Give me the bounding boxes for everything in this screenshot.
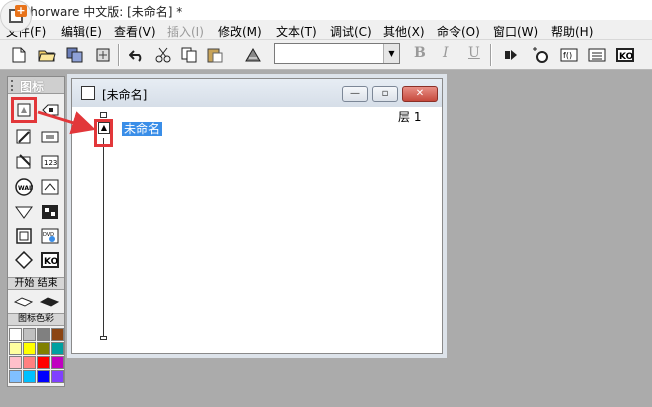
menu-debug[interactable]: 调试(C) <box>330 23 372 40</box>
color-swatch[interactable] <box>37 328 50 341</box>
close-button[interactable]: ✕ <box>402 86 438 102</box>
erase-icon[interactable] <box>13 126 35 148</box>
flowline-canvas[interactable] <box>76 109 438 351</box>
flowline-end-marker <box>100 336 107 340</box>
maximize-button[interactable]: ▫ <box>372 86 398 102</box>
icon-palette: 图标 123 WAIT DVD KO <box>7 76 65 387</box>
color-swatch[interactable] <box>37 356 50 369</box>
svg-text:123: 123 <box>44 159 57 167</box>
toolbar: ▼ B I U f() KO <box>0 40 652 70</box>
knowledge-object-icon[interactable]: KO <box>39 249 61 271</box>
level-indicator: 层 1 <box>398 110 422 124</box>
menu-insert[interactable]: 插入(I) <box>167 23 204 40</box>
find-icon[interactable] <box>242 44 264 66</box>
wait-icon[interactable] <box>39 126 61 148</box>
color-swatch[interactable] <box>51 342 64 355</box>
copy-icon[interactable] <box>178 44 200 66</box>
navigate-icon[interactable] <box>13 151 35 173</box>
knowledge-objects-icon[interactable]: KO <box>614 44 636 66</box>
decision-icon[interactable]: WAIT <box>13 176 35 198</box>
flowline-icon-highlight <box>94 119 113 147</box>
functions-icon[interactable]: f() <box>558 44 580 66</box>
flowline-start-marker <box>100 112 107 118</box>
svg-text:KO: KO <box>619 52 634 62</box>
menu-help[interactable]: 帮助(H) <box>551 23 593 40</box>
run-icon[interactable] <box>500 44 522 66</box>
color-swatch[interactable] <box>9 342 22 355</box>
drag-grip-icon[interactable] <box>11 80 15 91</box>
color-swatch[interactable] <box>23 342 36 355</box>
svg-text:f(): f() <box>563 51 572 60</box>
color-swatch[interactable] <box>37 342 50 355</box>
toolbar-separator <box>490 44 492 66</box>
end-flag-icon[interactable] <box>39 291 61 313</box>
menu-bar: 文件(F) 编辑(E) 查看(V) 插入(I) 修改(M) 文本(T) 调试(C… <box>0 20 652 40</box>
open-folder-icon[interactable] <box>36 44 58 66</box>
flowline <box>103 138 104 338</box>
flowline-window: [未命名] — ▫ ✕ <box>71 78 443 354</box>
digital-movie-icon[interactable] <box>13 225 35 247</box>
color-swatch[interactable] <box>23 356 36 369</box>
map-icon[interactable] <box>39 201 61 223</box>
menu-window[interactable]: 窗口(W) <box>493 23 538 40</box>
minimize-button[interactable]: — <box>342 86 368 102</box>
framework-icon[interactable]: 123 <box>39 151 61 173</box>
control-panel-icon[interactable] <box>530 44 552 66</box>
window-title: uthorware 中文版: [未命名] * <box>18 5 183 19</box>
icon-color-label: 图标色彩 <box>8 313 64 326</box>
video-icon[interactable] <box>13 249 35 271</box>
menu-edit[interactable]: 编辑(E) <box>61 23 102 40</box>
color-swatch[interactable] <box>37 370 50 383</box>
sound-icon[interactable]: DVD <box>39 225 61 247</box>
menu-text[interactable]: 文本(T) <box>276 23 317 40</box>
palette-title: 图标 <box>20 80 45 94</box>
undo-icon[interactable] <box>126 44 148 66</box>
font-select[interactable]: ▼ <box>274 43 400 64</box>
italic-button[interactable]: I <box>443 45 449 61</box>
cut-icon[interactable] <box>152 44 174 66</box>
calculation-icon[interactable] <box>13 201 35 223</box>
color-swatch[interactable] <box>9 328 22 341</box>
variables-icon[interactable] <box>586 44 608 66</box>
new-file-icon[interactable] <box>8 44 30 66</box>
title-bar: uthorware 中文版: [未命名] * <box>0 0 652 20</box>
color-swatch[interactable] <box>23 328 36 341</box>
app-logo-icon: + <box>0 0 32 32</box>
start-flag-icon[interactable] <box>13 291 35 313</box>
menu-view[interactable]: 查看(V) <box>114 23 156 40</box>
flowline-icon-label[interactable]: 未命名 <box>122 122 163 136</box>
chevron-down-icon[interactable]: ▼ <box>383 44 399 63</box>
menu-other[interactable]: 其他(X) <box>383 23 425 40</box>
menu-modify[interactable]: 修改(M) <box>218 23 262 40</box>
color-swatch[interactable] <box>9 370 22 383</box>
bold-button[interactable]: B <box>414 45 426 61</box>
document-icon <box>81 86 95 100</box>
save-all-icon[interactable] <box>64 44 86 66</box>
import-icon[interactable] <box>92 44 114 66</box>
paste-icon[interactable] <box>204 44 226 66</box>
svg-text:WAIT: WAIT <box>18 185 33 192</box>
color-swatch[interactable] <box>51 356 64 369</box>
color-swatch[interactable] <box>51 328 64 341</box>
menu-commands[interactable]: 命令(O) <box>437 23 480 40</box>
svg-text:KO: KO <box>44 257 59 267</box>
toolbar-separator <box>118 44 120 66</box>
flowline-window-titlebar[interactable]: [未命名] — ▫ ✕ <box>72 79 442 107</box>
palette-header[interactable]: 图标 <box>8 77 64 94</box>
flowline-window-title: [未命名] <box>102 88 148 102</box>
start-end-label: 开始 结束 <box>8 277 64 290</box>
underline-button[interactable]: U <box>468 45 480 61</box>
interaction-icon[interactable] <box>39 176 61 198</box>
motion-icon[interactable] <box>39 99 61 121</box>
display-icon-highlight <box>11 97 37 123</box>
color-swatch[interactable] <box>23 370 36 383</box>
color-swatch[interactable] <box>51 370 64 383</box>
color-swatch[interactable] <box>9 356 22 369</box>
